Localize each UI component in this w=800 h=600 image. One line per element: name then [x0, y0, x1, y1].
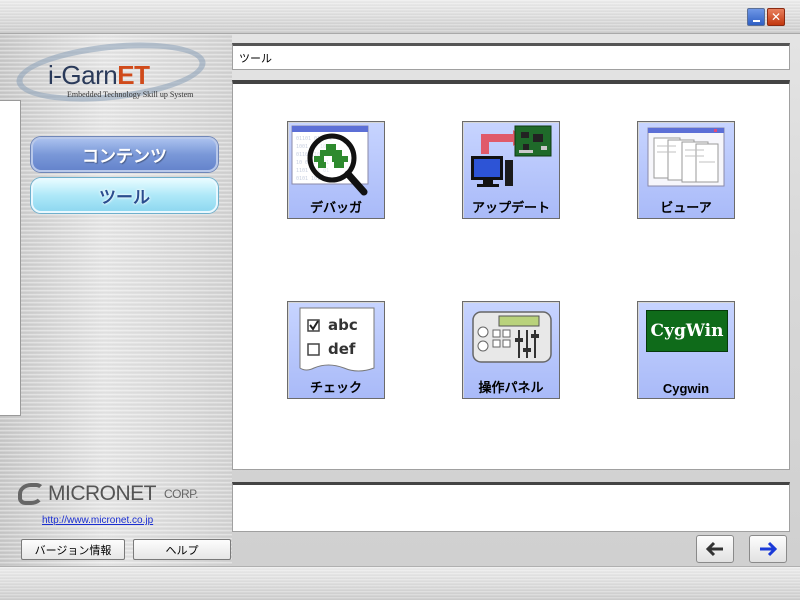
- bottom-bar: [0, 566, 800, 600]
- company-name: MICRONET: [48, 482, 157, 505]
- logo-name-main: i-Garn: [48, 60, 118, 90]
- tool-tile-operation-panel[interactable]: 操作パネル: [462, 301, 560, 399]
- version-info-button[interactable]: バージョン情報: [21, 539, 125, 560]
- nav-button-contents-label: コンテンツ: [82, 147, 167, 167]
- tool-tile-label: デバッガ: [309, 201, 362, 216]
- nav-button-tools[interactable]: ツール: [31, 178, 218, 213]
- help-button[interactable]: ヘルプ: [133, 539, 231, 560]
- help-button-label: ヘルプ: [165, 543, 199, 557]
- tool-tile-debugger[interactable]: 01101 0110 11001 01 101 0110 1101 010 01…: [287, 121, 385, 219]
- micronet-mark-icon: [18, 483, 44, 505]
- forward-button[interactable]: [749, 535, 787, 563]
- debugger-magnifier-icon: 01101 0110 11001 01 101 0110 1101 010 01…: [291, 125, 369, 196]
- logo-title: i-GarnET: [48, 60, 150, 91]
- cygwin-logo-text: CygWin: [650, 321, 724, 341]
- update-pc-board-icon: [471, 125, 552, 187]
- tool-tile-check[interactable]: abc def チェック: [287, 301, 385, 399]
- tool-tile-label: チェック: [309, 381, 362, 396]
- nav-button-tools-label: ツール: [99, 188, 150, 208]
- sidebar-white-strip: [0, 100, 21, 416]
- tool-tile-label: 操作パネル: [478, 381, 544, 396]
- nav-button-contents[interactable]: コンテンツ: [31, 137, 218, 172]
- message-area: [232, 482, 790, 532]
- tools-panel: 01101 0110 11001 01 101 0110 1101 010 01…: [232, 80, 790, 470]
- back-button[interactable]: [696, 535, 734, 563]
- logo-name-accent: ET: [117, 60, 150, 90]
- tool-tile-label: アップデート: [471, 201, 550, 216]
- micronet-logo: MICRONET CORP.: [18, 482, 198, 506]
- breadcrumb: ツール: [232, 43, 790, 70]
- tool-tile-update[interactable]: アップデート: [462, 121, 560, 219]
- cygwin-logo-icon: CygWin: [646, 310, 728, 352]
- title-bar: ✕: [0, 0, 800, 34]
- check-item-def: def: [328, 340, 356, 358]
- breadcrumb-text: ツール: [239, 51, 272, 65]
- viewer-documents-icon: [647, 127, 725, 187]
- tool-tile-viewer[interactable]: ビューア: [637, 121, 735, 219]
- company-suffix: CORP.: [164, 487, 198, 501]
- version-info-button-label: バージョン情報: [34, 543, 112, 557]
- tool-tile-label: Cygwin: [662, 381, 710, 396]
- arrow-left-icon: [705, 541, 723, 557]
- company-url-link[interactable]: http://www.micronet.co.jp: [42, 515, 153, 526]
- tool-tile-label: ビューア: [660, 201, 712, 216]
- tool-tile-cygwin[interactable]: CygWin Cygwin: [637, 301, 735, 399]
- logo-tagline: Embedded Technology Skill up System: [67, 90, 194, 99]
- check-item-abc: abc: [328, 316, 358, 334]
- operation-panel-icon: [472, 311, 552, 363]
- igarnet-logo: i-GarnET Embedded Technology Skill up Sy…: [12, 34, 217, 110]
- close-icon[interactable]: ✕: [767, 8, 785, 26]
- arrow-right-icon: [760, 541, 778, 557]
- minimize-icon[interactable]: [747, 8, 765, 26]
